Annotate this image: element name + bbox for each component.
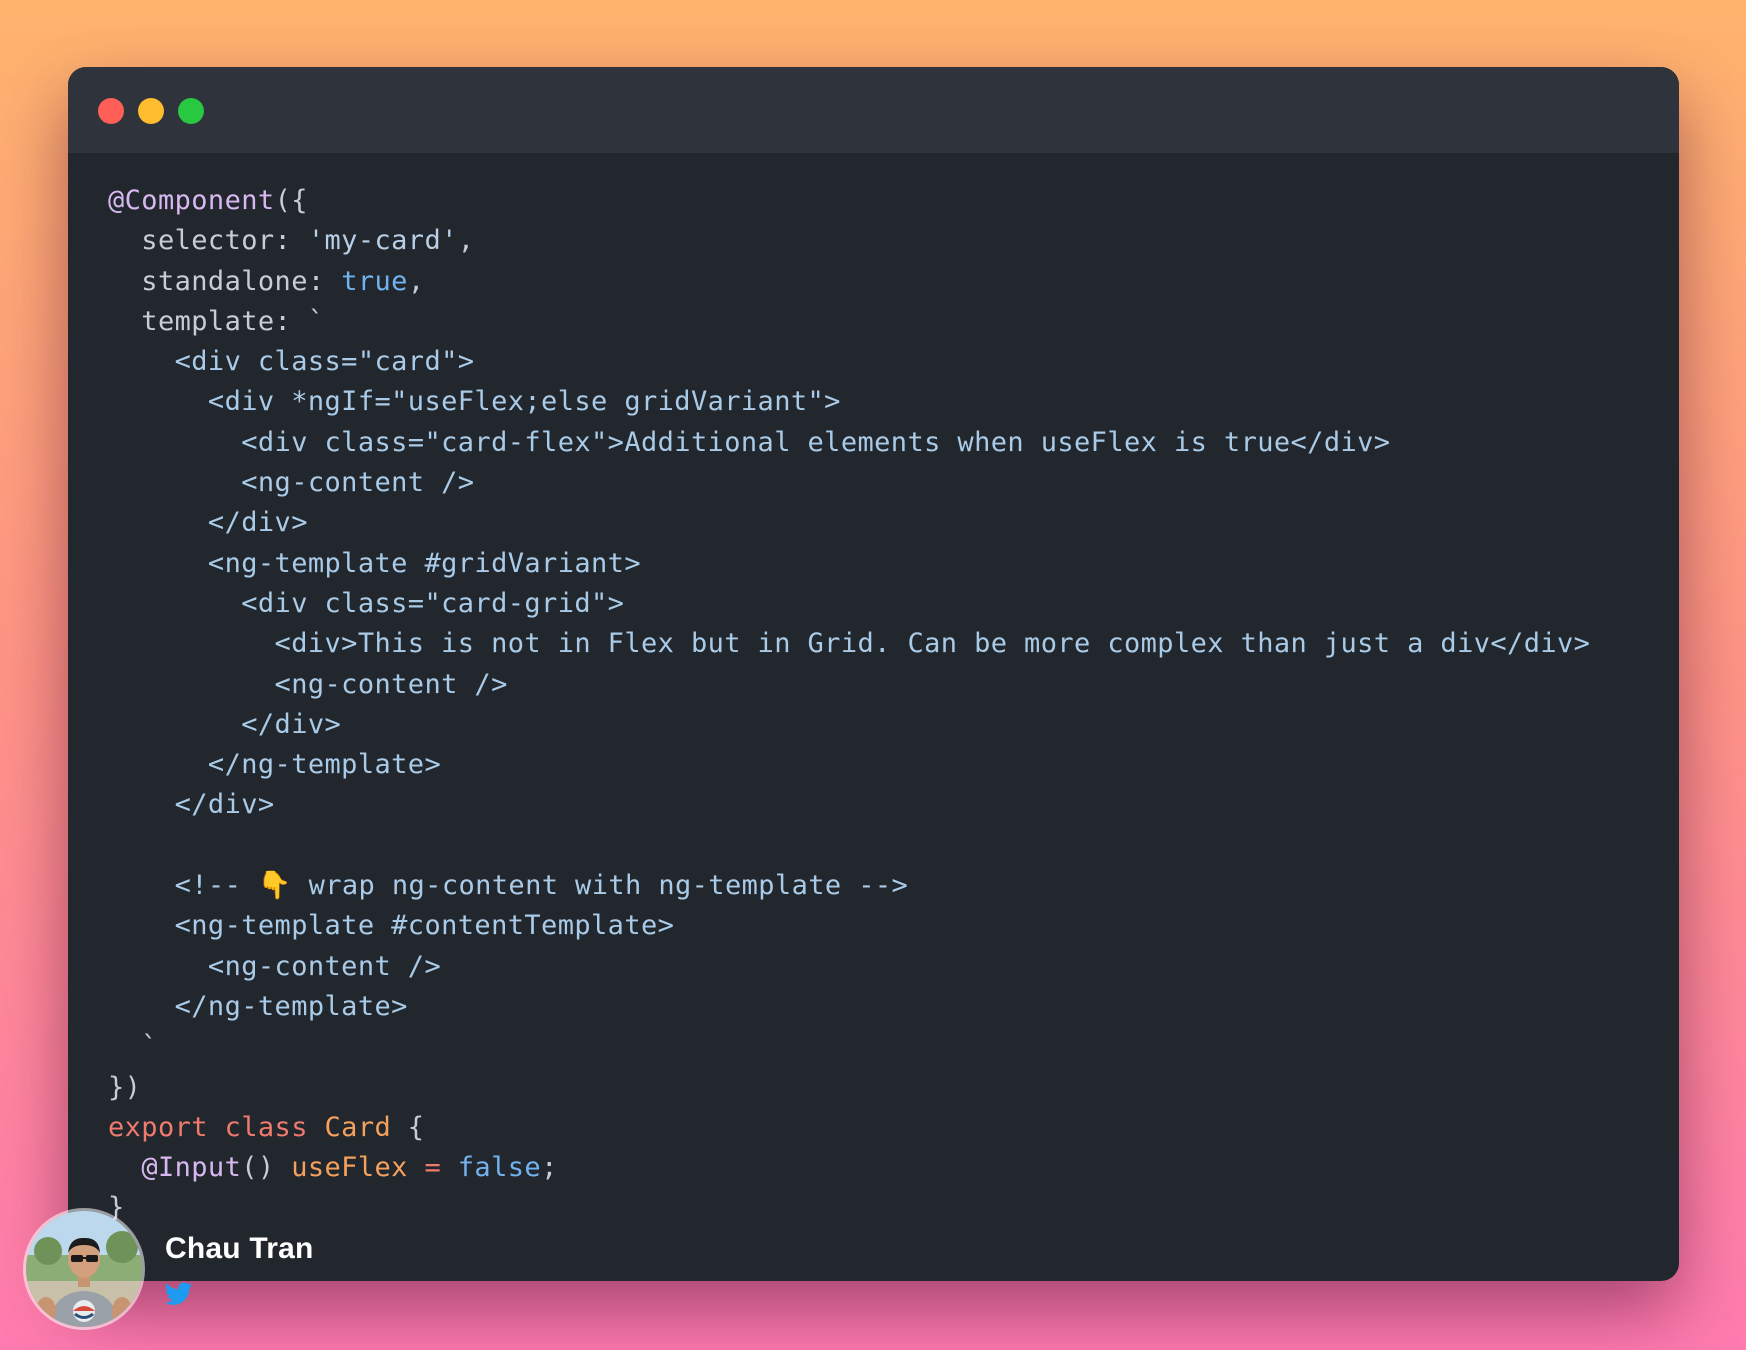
code-token: export class [108,1111,325,1143]
code-token: <div class="card-grid"> [108,587,625,619]
code-line: </div> [108,705,1659,745]
code-line: } [108,1188,1659,1228]
code-token: true [341,265,408,297]
code-line: </ng-template> [108,987,1659,1027]
minimize-window-button[interactable] [138,98,164,124]
code-line: </div> [108,503,1659,543]
code-window: @Component({ selector: 'my-card', standa… [68,67,1679,1281]
code-line: @Component({ [108,181,1659,221]
code-token: <ng-content /> [108,950,442,982]
code-token: <ng-content /> [108,668,508,700]
code-line: @Input() useFlex = false; [108,1148,1659,1188]
code-line: <div class="card"> [108,342,1659,382]
code-token: Card [324,1111,392,1143]
code-token: </div> [108,708,342,740]
code-token: @Input [141,1152,242,1184]
code-line: <ng-template #gridVariant> [108,544,1659,584]
code-token: </ng-template> [108,990,408,1022]
code-token: template: ` [108,305,325,337]
code-token: 'my-card' [307,225,458,257]
code-token: selector: [108,225,308,257]
code-block: @Component({ selector: 'my-card', standa… [108,181,1659,1229]
code-line: <div *ngIf="useFlex;else gridVariant"> [108,382,1659,422]
maximize-window-button[interactable] [178,98,204,124]
code-line: template: ` [108,302,1659,342]
code-line: <ng-template #contentTemplate> [108,906,1659,946]
code-token: <div>This is not in Flex but in Grid. Ca… [108,628,1591,660]
code-token: <!-- 👇 wrap ng-content with ng-template … [108,870,909,902]
code-line: export class Card { [108,1108,1659,1148]
code-line: <div class="card-grid"> [108,584,1659,624]
code-token: </div> [108,789,275,821]
code-line: ` [108,1027,1659,1067]
code-token: , [407,265,425,297]
code-line: <div>This is not in Flex but in Grid. Ca… [108,624,1659,664]
code-token: ` [108,1031,158,1063]
code-line: <ng-content /> [108,463,1659,503]
code-token: @Component [108,185,275,216]
code-line: }) [108,1068,1659,1108]
window-titlebar [68,67,1679,153]
code-token: false [457,1152,542,1184]
code-token: = [407,1152,458,1184]
code-token: useFlex [291,1152,408,1184]
code-token: <div class="card"> [108,346,475,378]
code-line: selector: 'my-card', [108,221,1659,261]
code-line: <div class="card-flex">Additional elemen… [108,423,1659,463]
code-token: ; [541,1152,558,1184]
code-line: <!-- 👇 wrap ng-content with ng-template … [108,866,1659,906]
code-token: <div class="card-flex">Additional elemen… [108,426,1391,458]
code-token: <ng-template #contentTemplate> [108,910,675,942]
author-name: Chau Tran [165,1232,314,1265]
code-token: </ng-template> [108,749,442,781]
code-token: <ng-content /> [108,467,475,499]
code-token: </div> [108,507,308,539]
code-token: }) [108,1071,142,1103]
code-line: <ng-content /> [108,665,1659,705]
twitter-icon[interactable] [165,1282,193,1306]
avatar-photo-icon [26,1211,142,1327]
code-line: </div> [108,785,1659,825]
author-avatar [26,1211,142,1327]
code-token: ({ [274,185,308,216]
code-token: () [241,1152,292,1184]
code-token: <div *ngIf="useFlex;else gridVariant"> [108,386,841,418]
code-line: standalone: true, [108,262,1659,302]
code-token: , [457,225,475,257]
code-line: <ng-content /> [108,947,1659,987]
code-token: { [391,1111,425,1143]
code-token: <ng-template #gridVariant> [108,547,641,579]
close-window-button[interactable] [98,98,124,124]
code-line: </ng-template> [108,745,1659,785]
code-token: standalone: [108,265,342,297]
